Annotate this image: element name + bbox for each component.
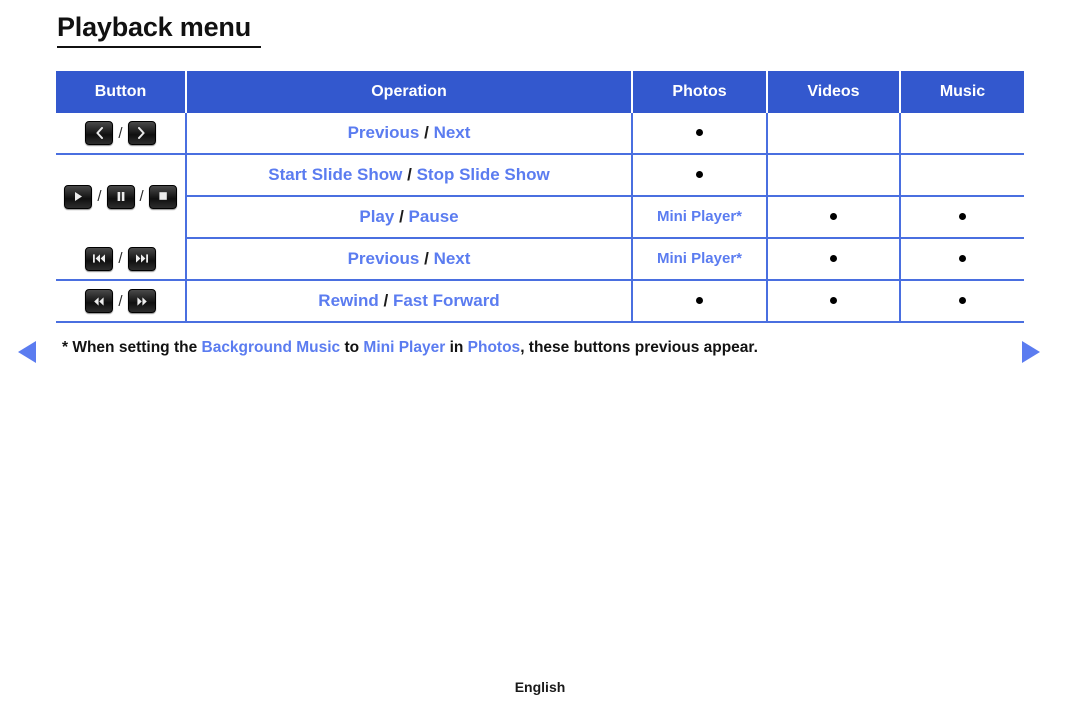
operation-label: Previous / Next: [347, 123, 471, 142]
support-dot: [959, 297, 966, 305]
playback-menu-table: Button Operation Photos Videos Music / P…: [56, 71, 1024, 323]
footnote-part: in: [445, 339, 468, 356]
button-cell-seek: /: [56, 280, 186, 323]
button-separator: /: [118, 250, 123, 267]
support-dot: [959, 255, 966, 263]
videos-cell: [766, 154, 900, 197]
music-cell: [899, 280, 1024, 323]
title-underline-rule: [57, 46, 261, 48]
footnote-highlight-photos: Photos: [467, 339, 521, 356]
pause-icon[interactable]: [106, 184, 135, 209]
music-cell: [899, 238, 1024, 281]
footnote-highlight-background-music: Background Music: [201, 339, 341, 356]
support-dot: [830, 255, 837, 263]
operation-label: Rewind / Fast Forward: [318, 291, 500, 310]
column-header-operation: Operation: [185, 71, 633, 113]
videos-cell: [766, 196, 900, 239]
button-cell-transport: / /: [56, 154, 186, 238]
button-separator: /: [139, 188, 144, 205]
footnote-text: * When setting the Background Music to M…: [62, 338, 992, 358]
footnote-part: to: [340, 339, 364, 356]
support-dot: [696, 171, 703, 179]
videos-cell: [766, 238, 900, 281]
operation-cell: Start Slide Show / Stop Slide Show: [185, 154, 632, 197]
mini-player-label: Mini Player*: [656, 208, 743, 225]
footnote-part: * When setting the: [62, 339, 202, 356]
operation-cell: Previous / Next: [185, 113, 632, 155]
photos-cell: Mini Player*: [631, 196, 767, 239]
remote-button-group: / /: [56, 184, 185, 209]
button-separator: /: [118, 124, 123, 142]
operation-cell: Play / Pause: [185, 196, 632, 239]
mini-player-label: Mini Player*: [656, 250, 743, 267]
music-cell: [899, 154, 1024, 197]
fast-forward-icon[interactable]: [127, 289, 156, 313]
footnote-highlight-mini-player: Mini Player: [363, 339, 446, 356]
skip-forward-icon[interactable]: [127, 246, 156, 271]
music-cell: [899, 113, 1024, 155]
photos-cell: [631, 154, 767, 197]
photos-cell: [631, 113, 767, 155]
next-chevron-icon[interactable]: [127, 121, 156, 145]
videos-cell: [766, 280, 900, 323]
table-row: / Previous / Next Mini Player*: [56, 238, 1024, 281]
column-header-button: Button: [56, 71, 187, 113]
table-row: / Previous / Next: [56, 113, 1024, 155]
operation-label: Start Slide Show / Stop Slide Show: [268, 165, 550, 184]
playback-menu-table-container: Button Operation Photos Videos Music / P…: [56, 71, 1024, 323]
support-dot: [696, 297, 703, 305]
operation-cell: Rewind / Fast Forward: [185, 280, 632, 323]
footer-language-label: English: [514, 679, 566, 695]
page-title: Playback menu: [57, 12, 251, 42]
prev-chevron-icon[interactable]: [85, 121, 114, 145]
next-page-arrow[interactable]: [1022, 341, 1040, 363]
footnote-part: , these buttons previous appear.: [520, 339, 758, 356]
table-row: / / Start Slide Show / Stop Slide Show: [56, 154, 1024, 209]
photos-cell: [631, 280, 767, 323]
stop-icon[interactable]: [148, 184, 177, 209]
support-dot: [959, 213, 966, 221]
button-separator: /: [97, 188, 102, 205]
remote-button-group: /: [56, 289, 185, 313]
support-dot: [696, 129, 703, 137]
table-header-row: Button Operation Photos Videos Music: [56, 71, 1024, 113]
table-row: / Rewind / Fast Forward: [56, 280, 1024, 323]
music-cell: [899, 196, 1024, 239]
play-icon[interactable]: [64, 184, 93, 209]
column-header-photos: Photos: [631, 71, 768, 113]
photos-cell: Mini Player*: [631, 238, 767, 281]
rewind-icon[interactable]: [85, 289, 114, 313]
support-dot: [830, 297, 837, 305]
previous-page-arrow[interactable]: [18, 341, 36, 363]
column-header-videos: Videos: [766, 71, 901, 113]
column-header-music: Music: [899, 71, 1024, 113]
button-cell-chevrons: /: [56, 113, 186, 155]
videos-cell: [766, 113, 900, 155]
remote-button-group: /: [56, 121, 185, 145]
operation-label: Play / Pause: [359, 207, 459, 226]
table-row: Play / Pause Mini Player*: [56, 196, 1024, 239]
operation-cell: Previous / Next: [185, 238, 632, 281]
support-dot: [830, 213, 837, 221]
remote-button-group: /: [56, 246, 185, 271]
button-separator: /: [118, 292, 123, 310]
operation-label: Previous / Next: [347, 249, 471, 268]
skip-back-icon[interactable]: [85, 246, 114, 271]
button-cell-skip: /: [56, 238, 186, 281]
